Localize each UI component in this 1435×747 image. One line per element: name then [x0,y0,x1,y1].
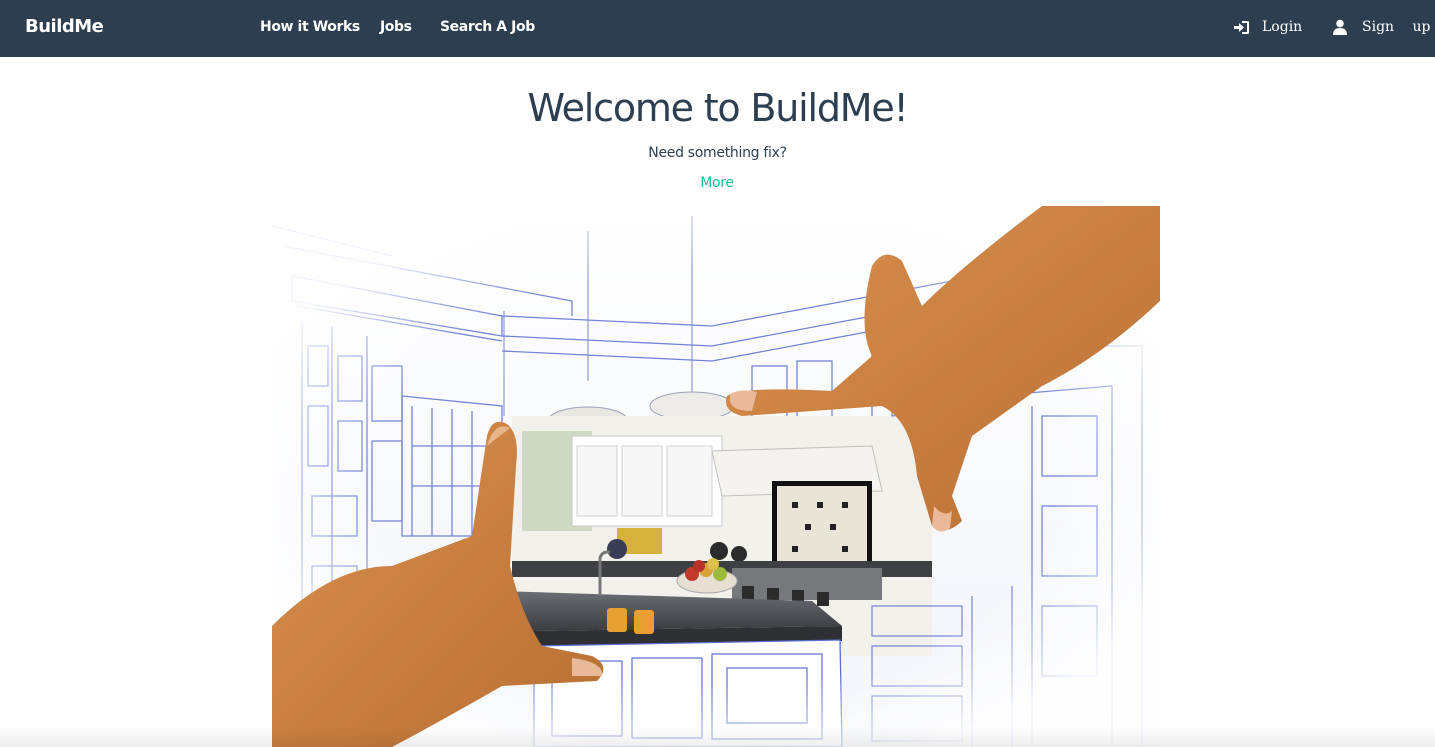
signup-label: Sign up [1362,19,1431,35]
nav-link-how-it-works[interactable]: How it Works [260,19,360,35]
hero-kitchen-image [272,206,1160,747]
login-button[interactable]: Login [1230,0,1305,57]
top-navbar: BuildMe How it Works Jobs Search A Job L… [0,0,1435,57]
user-icon [1333,19,1347,35]
kitchen-sketch-illustration [272,206,1160,747]
brand-logo-link[interactable]: BuildMe [25,16,104,37]
nav-link-jobs[interactable]: Jobs [380,19,412,35]
nav-link-search-a-job[interactable]: Search A Job [440,19,535,35]
more-link[interactable]: More [667,175,767,191]
signup-button[interactable]: Sign up [1330,0,1435,57]
page-title: Welcome to BuildMe! [527,86,908,130]
hero-subtitle: Need something fix? [648,145,787,161]
log-in-icon [1234,21,1249,34]
login-label: Login [1262,19,1303,35]
